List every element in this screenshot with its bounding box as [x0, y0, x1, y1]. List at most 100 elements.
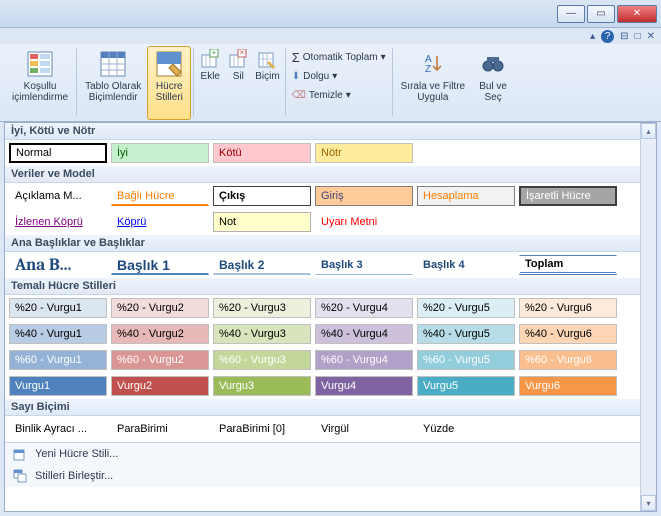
- style-60-accent3[interactable]: %60 - Vurgu3: [213, 350, 311, 370]
- style-total[interactable]: Toplam: [519, 255, 617, 275]
- style-followed-hyperlink[interactable]: İzlenen Köprü: [9, 212, 107, 232]
- style-warning[interactable]: Uyarı Metni: [315, 212, 413, 232]
- style-20-accent6[interactable]: %20 - Vurgu6: [519, 298, 617, 318]
- style-20-accent1[interactable]: %20 - Vurgu1: [9, 298, 107, 318]
- conditional-formatting-label: Koşullu içimlendirme: [12, 81, 68, 103]
- style-40-accent4[interactable]: %40 - Vurgu4: [315, 324, 413, 344]
- delete-button[interactable]: × Sil: [224, 46, 252, 120]
- style-accent5[interactable]: Vurgu5: [417, 376, 515, 396]
- minimize-button[interactable]: —: [557, 5, 585, 23]
- style-accent2[interactable]: Vurgu2: [111, 376, 209, 396]
- dropdown-icon: ▾: [332, 71, 337, 82]
- titlebar: — ▭ ✕: [0, 0, 661, 28]
- style-input[interactable]: Giriş: [315, 186, 413, 206]
- style-accent4[interactable]: Vurgu4: [315, 376, 413, 396]
- binoculars-icon: [477, 48, 509, 80]
- style-bad[interactable]: Kötü: [213, 143, 311, 163]
- cell-styles-gallery: İyi, Kötü ve Nötr Normal İyi Kötü Nötr V…: [4, 122, 657, 512]
- sort-filter-button[interactable]: AZ Sırala ve Filtre Uygula: [395, 46, 471, 120]
- style-note[interactable]: Not: [213, 212, 311, 232]
- find-select-button[interactable]: Bul ve Seç: [471, 46, 515, 120]
- style-40-accent2[interactable]: %40 - Vurgu2: [111, 324, 209, 344]
- conditional-formatting-icon: [24, 48, 56, 80]
- style-60-accent6[interactable]: %60 - Vurgu6: [519, 350, 617, 370]
- format-label: Biçim: [255, 71, 279, 82]
- style-heading4[interactable]: Başlık 4: [417, 255, 515, 275]
- style-40-accent5[interactable]: %40 - Vurgu5: [417, 324, 515, 344]
- style-20-accent5[interactable]: %20 - Vurgu5: [417, 298, 515, 318]
- style-hyperlink[interactable]: Köprü: [111, 212, 209, 232]
- dropdown-icon: ▾: [346, 90, 351, 101]
- insert-button[interactable]: + Ekle: [196, 46, 224, 120]
- style-20-accent4[interactable]: %20 - Vurgu4: [315, 298, 413, 318]
- autosum-button[interactable]: ΣOtomatik Toplam▾: [292, 48, 386, 66]
- style-good[interactable]: İyi: [111, 143, 209, 163]
- clear-button[interactable]: ⌫Temizle▾: [292, 86, 386, 104]
- dropdown-icon: ▾: [381, 52, 386, 63]
- style-60-accent5[interactable]: %60 - Vurgu5: [417, 350, 515, 370]
- style-40-accent3[interactable]: %40 - Vurgu3: [213, 324, 311, 344]
- style-comma0[interactable]: Virgül: [315, 419, 413, 439]
- table-icon: [97, 48, 129, 80]
- style-accent3[interactable]: Vurgu3: [213, 376, 311, 396]
- section-headings: Ana Başlıklar ve Başlıklar: [5, 235, 640, 252]
- find-select-label: Bul ve Seç: [479, 81, 507, 103]
- style-normal[interactable]: Normal: [9, 143, 107, 163]
- cell-styles-label: Hücre Stilleri: [156, 81, 183, 103]
- style-accent6[interactable]: Vurgu6: [519, 376, 617, 396]
- style-neutral[interactable]: Nötr: [315, 143, 413, 163]
- style-percent[interactable]: Yüzde: [417, 419, 515, 439]
- autosum-label: Otomatik Toplam: [303, 52, 378, 63]
- cell-styles-icon: [153, 48, 185, 80]
- style-calculation[interactable]: Hesaplama: [417, 186, 515, 206]
- style-heading3[interactable]: Başlık 3: [315, 255, 413, 275]
- svg-text:×: ×: [240, 49, 245, 57]
- style-40-accent6[interactable]: %40 - Vurgu6: [519, 324, 617, 344]
- style-40-accent1[interactable]: %40 - Vurgu1: [9, 324, 107, 344]
- fill-icon: ⬇: [292, 71, 300, 82]
- scroll-down-button[interactable]: ▾: [641, 495, 656, 511]
- close-button[interactable]: ✕: [617, 5, 657, 23]
- caret-up-icon[interactable]: ▴: [590, 31, 595, 42]
- window-minimize-icon[interactable]: ⊟: [620, 31, 628, 42]
- window-close-icon[interactable]: ✕: [647, 31, 655, 42]
- window-restore-icon[interactable]: □: [635, 31, 641, 42]
- section-themed: Temalı Hücre Stilleri: [5, 278, 640, 295]
- conditional-formatting-button[interactable]: Koşullu içimlendirme: [6, 46, 74, 120]
- fill-label: Dolgu: [303, 71, 329, 82]
- style-title[interactable]: Ana B...: [9, 255, 107, 275]
- gallery-scrollbar[interactable]: ▴ ▾: [640, 123, 656, 511]
- format-as-table-button[interactable]: Tablo Olarak Biçimlendir: [79, 46, 147, 120]
- sort-filter-label: Sırala ve Filtre Uygula: [401, 81, 465, 103]
- style-heading1[interactable]: Başlık 1: [111, 255, 209, 275]
- style-comma[interactable]: Binlik Ayracı ...: [9, 419, 107, 439]
- scroll-up-button[interactable]: ▴: [641, 123, 656, 139]
- section-number-format: Sayı Biçimi: [5, 399, 640, 416]
- new-cell-style-label: Yeni Hücre Stili...: [35, 448, 118, 460]
- style-output[interactable]: Çıkış: [213, 186, 311, 206]
- style-60-accent4[interactable]: %60 - Vurgu4: [315, 350, 413, 370]
- svg-text:Z: Z: [425, 64, 431, 75]
- style-currency0[interactable]: ParaBirimi [0]: [213, 419, 311, 439]
- style-accent1[interactable]: Vurgu1: [9, 376, 107, 396]
- style-60-accent2[interactable]: %60 - Vurgu2: [111, 350, 209, 370]
- fill-button[interactable]: ⬇Dolgu▾: [292, 67, 386, 85]
- cell-styles-button[interactable]: Hücre Stilleri: [147, 46, 191, 120]
- style-currency[interactable]: ParaBirimi: [111, 419, 209, 439]
- style-20-accent3[interactable]: %20 - Vurgu3: [213, 298, 311, 318]
- editing-group: ΣOtomatik Toplam▾ ⬇Dolgu▾ ⌫Temizle▾: [288, 46, 390, 106]
- eraser-icon: ⌫: [292, 90, 306, 101]
- style-60-accent1[interactable]: %60 - Vurgu1: [9, 350, 107, 370]
- style-linked-cell[interactable]: Bağlı Hücre: [111, 186, 209, 206]
- format-button[interactable]: Biçim: [252, 46, 282, 120]
- merge-styles-button[interactable]: Stilleri Birleştir...: [5, 465, 640, 487]
- new-cell-style-button[interactable]: Yeni Hücre Stili...: [5, 443, 640, 465]
- section-data-model: Veriler ve Model: [5, 166, 640, 183]
- help-icon[interactable]: ?: [601, 30, 614, 43]
- style-heading2[interactable]: Başlık 2: [213, 255, 311, 275]
- style-explanatory[interactable]: Açıklama M...: [9, 186, 107, 206]
- style-check-cell[interactable]: İşaretli Hücre: [519, 186, 617, 206]
- maximize-button[interactable]: ▭: [587, 5, 615, 23]
- style-20-accent2[interactable]: %20 - Vurgu2: [111, 298, 209, 318]
- svg-text:+: +: [212, 49, 217, 57]
